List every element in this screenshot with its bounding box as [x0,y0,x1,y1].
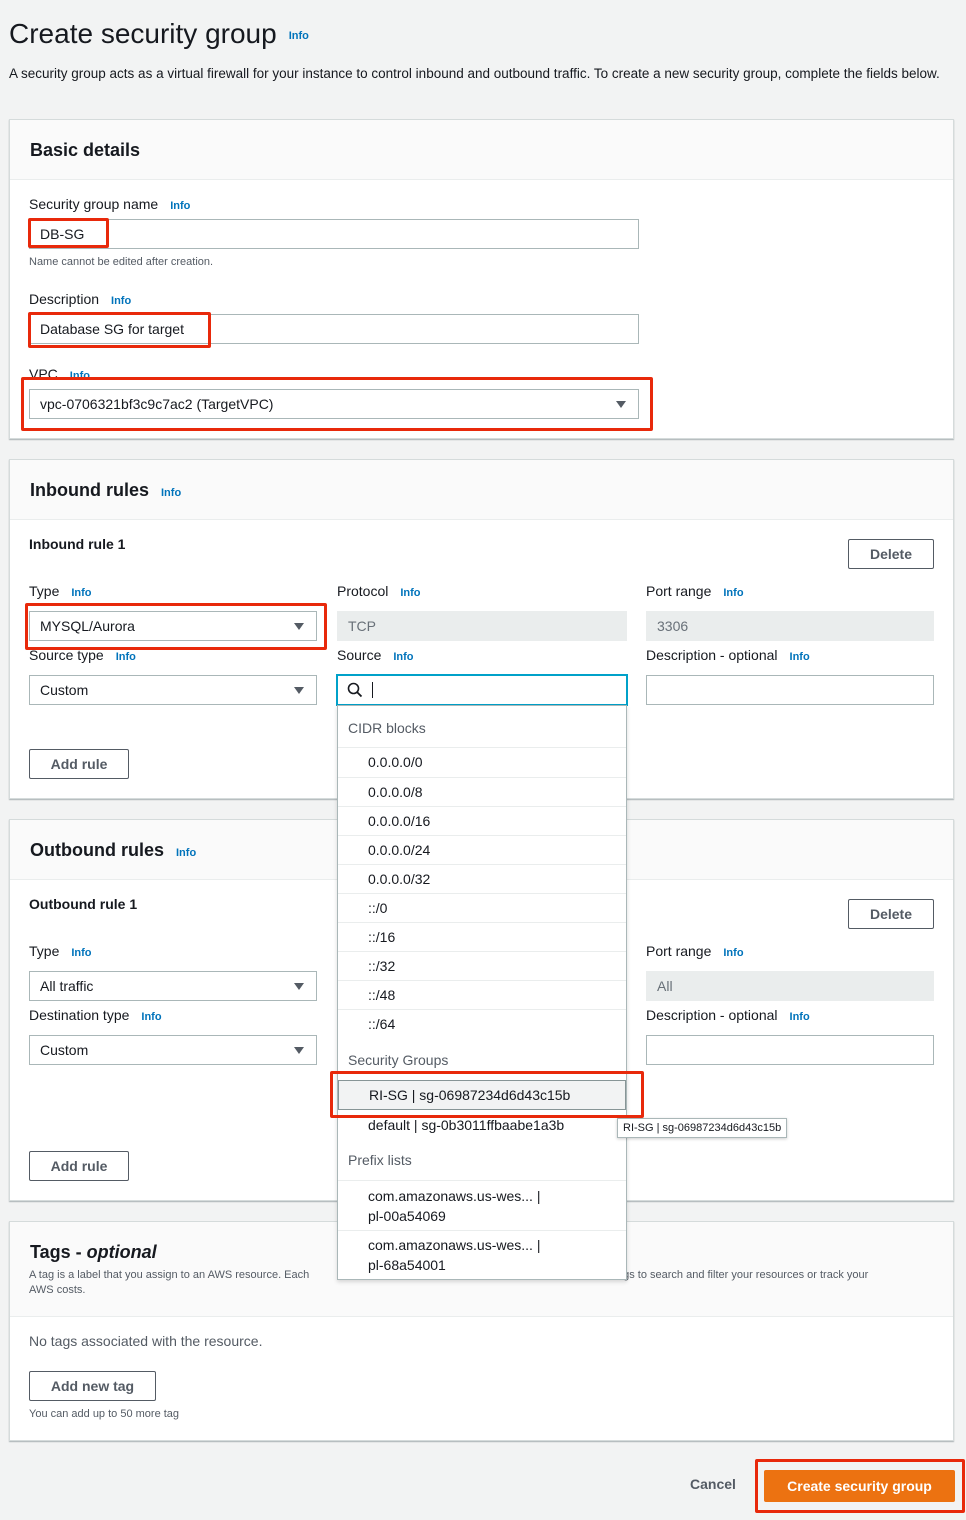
security-groups-heading: Security Groups [348,1052,449,1068]
info-link[interactable]: Info [116,651,136,663]
outbound-desc-label: Description - optional Info [646,1007,810,1023]
source-type-label: Source type Info [29,647,136,663]
add-new-tag-button[interactable]: Add new tag [29,1371,156,1401]
info-link[interactable]: Info [723,587,743,599]
info-link[interactable]: Info [790,651,810,663]
cidr-option[interactable]: ::/16 [338,922,626,951]
inbound-rule-title: Inbound rule 1 [29,536,126,552]
cidr-option[interactable]: ::/48 [338,980,626,1009]
inbound-delete-button[interactable]: Delete [848,539,934,569]
outbound-port-label: Port range Info [646,943,744,959]
cidr-option[interactable]: ::/32 [338,951,626,980]
source-type-value: Custom [40,682,89,698]
inbound-type-select[interactable]: MYSQL/Aurora [29,611,317,641]
source-label: Source Info [337,647,414,663]
info-link[interactable]: Info [723,947,743,959]
info-link[interactable]: Info [141,1011,161,1023]
outbound-add-rule-button[interactable]: Add rule [29,1151,129,1181]
cidr-option[interactable]: 0.0.0.0/8 [338,777,626,806]
vpc-label: VPC Info [29,366,90,382]
sg-tooltip: RI-SG | sg-06987234d6d43c15b [617,1118,788,1138]
info-link[interactable]: Info [176,847,196,859]
info-link[interactable]: Info [289,30,309,42]
source-type-select[interactable]: Custom [29,675,317,705]
protocol-label: Protocol Info [337,583,421,599]
sg-name-hint: Name cannot be edited after creation. [29,256,214,268]
description-label: Description Info [29,291,132,307]
sg-option[interactable]: default | sg-0b3011ffbaabe1a3b [338,1111,626,1139]
prefix-lists-heading: Prefix lists [348,1152,412,1168]
caret-down-icon [294,623,304,630]
cidr-option[interactable]: 0.0.0.0/16 [338,806,626,835]
basic-details-heading: Basic details [30,140,141,160]
caret-down-icon [294,983,304,990]
cidr-option[interactable]: 0.0.0.0/32 [338,864,626,893]
sg-name-input[interactable]: DB-SG [29,219,639,249]
vpc-value: vpc-0706321bf3c9c7ac2 (TargetVPC) [40,396,274,412]
description-input[interactable]: Database SG for target [29,314,639,344]
dest-type-value: Custom [40,1042,89,1058]
vpc-select[interactable]: vpc-0706321bf3c9c7ac2 (TargetVPC) [29,389,639,419]
outbound-type-select[interactable]: All traffic [29,971,317,1001]
outbound-desc-input[interactable] [646,1035,934,1065]
inbound-add-rule-button[interactable]: Add rule [29,749,129,779]
sg-option-selected[interactable]: RI-SG | sg-06987234d6d43c15b [338,1080,626,1110]
create-security-group-button[interactable]: Create security group [764,1470,955,1502]
panel-header: Inbound rules Info [10,460,953,520]
inbound-desc-input[interactable] [646,675,934,705]
no-tags-text: No tags associated with the resource. [29,1333,263,1349]
inbound-desc-label: Description - optional Info [646,647,810,663]
panel-header: Basic details [10,120,953,180]
tags-limit-hint: You can add up to 50 more tag [29,1408,180,1420]
page-description: A security group acts as a virtual firew… [9,66,940,81]
info-link[interactable]: Info [71,587,91,599]
prefix-id: pl-68a54001 [368,1257,446,1273]
cidr-group-heading: CIDR blocks [348,720,426,736]
info-link[interactable]: Info [70,370,90,382]
cancel-button[interactable]: Cancel [690,1476,736,1492]
inbound-port-label: Port range Info [646,583,744,599]
source-search-input[interactable] [337,675,627,705]
search-icon [347,682,363,698]
type-value: MYSQL/Aurora [40,618,135,634]
inbound-rules-heading: Inbound rules Info [30,480,182,500]
info-link[interactable]: Info [400,587,420,599]
type-value: All traffic [40,978,94,994]
cidr-option[interactable]: ::/64 [338,1009,626,1038]
page-title: Create security group Info [9,18,309,49]
dest-type-select[interactable]: Custom [29,1035,317,1065]
source-dropdown: CIDR blocks 0.0.0.0/0 0.0.0.0/8 0.0.0.0/… [337,705,627,1280]
info-link[interactable]: Info [790,1011,810,1023]
prefix-option[interactable]: com.amazonaws.us-wes... | pl-68a54001 [338,1230,626,1279]
dest-type-label: Destination type Info [29,1007,162,1023]
cidr-option[interactable]: 0.0.0.0/24 [338,835,626,864]
caret-down-icon [616,401,626,408]
inbound-type-label: Type Info [29,583,92,599]
sg-name-label: Security group name Info [29,196,191,212]
caret-down-icon [294,687,304,694]
prefix-name: com.amazonaws.us-wes... | [368,1237,541,1253]
outbound-type-label: Type Info [29,943,92,959]
prefix-id: pl-00a54069 [368,1208,446,1224]
prefix-option[interactable]: com.amazonaws.us-wes... | pl-00a54069 [338,1180,626,1230]
cidr-option[interactable]: ::/0 [338,893,626,922]
info-link[interactable]: Info [71,947,91,959]
info-link[interactable]: Info [111,295,131,307]
text-cursor [372,682,373,698]
outbound-delete-button[interactable]: Delete [848,899,934,929]
info-link[interactable]: Info [161,487,181,499]
cidr-option[interactable]: 0.0.0.0/0 [338,748,626,777]
caret-down-icon [294,1047,304,1054]
prefix-name: com.amazonaws.us-wes... | [368,1188,541,1204]
protocol-field: TCP [337,611,627,641]
outbound-port-field: All [646,971,934,1001]
info-link[interactable]: Info [393,651,413,663]
outbound-rule-title: Outbound rule 1 [29,896,138,912]
inbound-port-field: 3306 [646,611,934,641]
info-link[interactable]: Info [170,200,190,212]
